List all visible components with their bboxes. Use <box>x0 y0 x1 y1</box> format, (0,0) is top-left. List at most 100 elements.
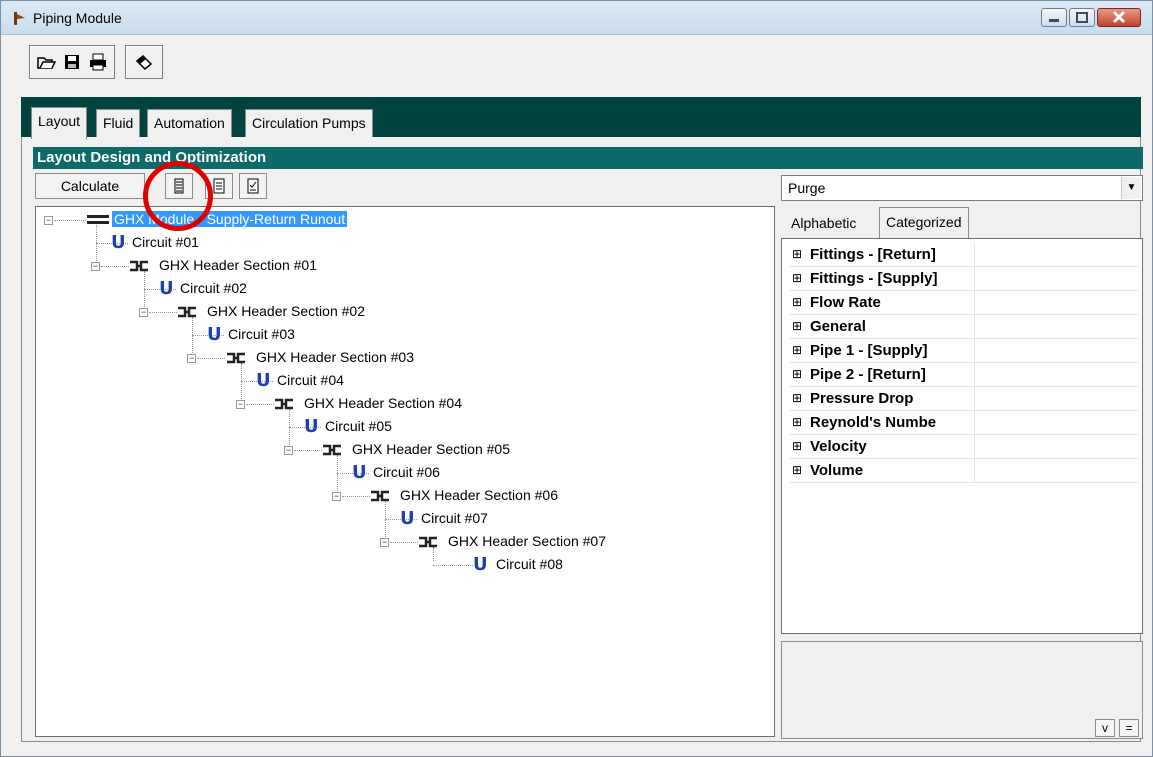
header-icon <box>178 306 196 318</box>
tree-node-circuit[interactable]: U Circuit #01 <box>36 232 636 254</box>
calculate-button[interactable]: Calculate <box>35 173 145 199</box>
tree-node-label: GHX Header Section #02 <box>207 303 365 319</box>
category-label: Volume <box>810 462 864 479</box>
category-row[interactable]: ⊞ General <box>790 315 1138 339</box>
u-loop-icon: U <box>256 370 271 391</box>
checklist-button[interactable] <box>239 173 267 199</box>
layout-tree[interactable]: − GHX Module - Supply-Return Runout U Ci… <box>35 206 775 737</box>
collapse-toggle[interactable]: − <box>187 354 196 363</box>
u-loop-icon: U <box>159 278 174 299</box>
chevron-down-icon[interactable]: ▼ <box>1121 177 1141 199</box>
category-label: General <box>810 318 866 335</box>
tree-node-label: Circuit #05 <box>325 418 392 434</box>
category-row[interactable]: ⊞ Pipe 1 - [Supply] <box>790 339 1138 363</box>
tab-categorized[interactable]: Categorized <box>879 207 969 239</box>
tree-node-header[interactable]: − GHX Header Section #03 <box>36 347 636 369</box>
category-row[interactable]: ⊞ Volume <box>790 459 1138 483</box>
tree-node-header[interactable]: − GHX Header Section #02 <box>36 301 636 323</box>
tree-node-circuit[interactable]: U Circuit #04 <box>36 370 636 392</box>
tree-node-header[interactable]: − GHX Header Section #01 <box>36 255 636 277</box>
header-icon <box>275 398 293 410</box>
tab-alphabetic[interactable]: Alphabetic <box>785 209 862 237</box>
tool-toolbar-group <box>125 45 163 79</box>
expand-icon[interactable]: ⊞ <box>792 247 802 261</box>
category-label: Reynold's Numbe <box>810 414 937 431</box>
tree-node-header[interactable]: − GHX Header Section #04 <box>36 393 636 415</box>
open-folder-icon[interactable] <box>36 53 56 71</box>
category-row[interactable]: ⊞ Pressure Drop <box>790 387 1138 411</box>
tree-node-header[interactable]: − GHX Header Section #06 <box>36 485 636 507</box>
tree-node-label: Circuit #03 <box>228 326 295 342</box>
checklist-icon <box>247 178 259 194</box>
minimize-button[interactable] <box>1041 8 1067 27</box>
collapse-toggle[interactable]: − <box>139 308 148 317</box>
header-icon <box>419 536 437 548</box>
category-row[interactable]: ⊞ Velocity <box>790 435 1138 459</box>
expand-icon[interactable]: ⊞ <box>792 367 802 381</box>
close-icon <box>1112 10 1126 24</box>
tree-node-circuit[interactable]: U Circuit #06 <box>36 462 636 484</box>
tab-automation[interactable]: Automation <box>147 109 232 137</box>
expand-icon[interactable]: ⊞ <box>792 415 802 429</box>
tree-node-label: GHX Header Section #01 <box>159 257 317 273</box>
u-loop-icon: U <box>111 232 126 253</box>
property-description-pane <box>781 641 1143 739</box>
tree-node-header[interactable]: − GHX Header Section #07 <box>36 531 636 553</box>
header-icon <box>130 260 148 272</box>
expand-icon[interactable]: ⊞ <box>792 391 802 405</box>
maximize-button[interactable] <box>1069 8 1095 27</box>
tree-node-module[interactable]: − GHX Module - Supply-Return Runout <box>36 209 636 231</box>
close-button[interactable] <box>1097 8 1141 27</box>
expand-icon[interactable]: ⊞ <box>792 319 802 333</box>
expand-icon[interactable]: ⊞ <box>792 343 802 357</box>
collapse-toggle[interactable]: − <box>44 216 53 225</box>
expand-icon[interactable]: ⊞ <box>792 271 802 285</box>
tree-node-circuit[interactable]: U Circuit #05 <box>36 416 636 438</box>
header-icon <box>371 490 389 502</box>
save-disk-icon[interactable] <box>62 53 82 71</box>
tab-layout[interactable]: Layout <box>31 107 88 139</box>
category-row[interactable]: ⊞ Pipe 2 - [Return] <box>790 363 1138 387</box>
tree-node-circuit[interactable]: U Circuit #03 <box>36 324 636 346</box>
category-row[interactable]: ⊞ Fittings - [Return] <box>790 243 1138 267</box>
property-grid[interactable]: ⊞ Fittings - [Return] ⊞ Fittings - [Supp… <box>781 238 1143 634</box>
highlight-circle <box>143 161 213 231</box>
print-icon[interactable] <box>88 53 108 71</box>
category-label: Pressure Drop <box>810 390 914 407</box>
tree-node-label: Circuit #07 <box>421 510 488 526</box>
property-object-value: Purge <box>788 180 826 196</box>
manifold-icon <box>87 215 109 224</box>
expand-icon[interactable]: ⊞ <box>792 295 802 309</box>
property-object-select[interactable]: Purge ▼ <box>781 175 1143 201</box>
toolbar <box>21 45 1141 89</box>
description-menu-button[interactable]: = <box>1119 719 1139 737</box>
category-label: Flow Rate <box>810 294 881 311</box>
tree-node-label: Circuit #08 <box>496 556 563 572</box>
expand-icon[interactable]: ⊞ <box>792 463 802 477</box>
collapse-toggle[interactable]: − <box>380 538 389 547</box>
u-loop-icon: U <box>400 508 415 529</box>
tree-node-label: GHX Header Section #05 <box>352 441 510 457</box>
tab-fluid[interactable]: Fluid <box>96 109 141 137</box>
tree-node-circuit[interactable]: U Circuit #08 <box>36 554 636 576</box>
u-loop-icon: U <box>207 324 222 345</box>
description-collapse-button[interactable]: v <box>1095 719 1115 737</box>
collapse-toggle[interactable]: − <box>91 262 100 271</box>
file-toolbar-group <box>29 45 115 79</box>
eraser-icon[interactable] <box>134 53 154 71</box>
collapse-toggle[interactable]: − <box>236 400 245 409</box>
tree-node-header[interactable]: − GHX Header Section #05 <box>36 439 636 461</box>
expand-icon[interactable]: ⊞ <box>792 439 802 453</box>
category-row[interactable]: ⊞ Reynold's Numbe <box>790 411 1138 435</box>
category-row[interactable]: ⊞ Fittings - [Supply] <box>790 267 1138 291</box>
header-icon <box>323 444 341 456</box>
collapse-toggle[interactable]: − <box>284 446 293 455</box>
u-loop-icon: U <box>304 416 319 437</box>
category-row[interactable]: ⊞ Flow Rate <box>790 291 1138 315</box>
tree-node-circuit[interactable]: U Circuit #02 <box>36 278 636 300</box>
tab-circulation-pumps[interactable]: Circulation Pumps <box>245 109 373 137</box>
collapse-toggle[interactable]: − <box>332 492 341 501</box>
app-icon <box>14 12 25 25</box>
tree-node-circuit[interactable]: U Circuit #07 <box>36 508 636 530</box>
window-title: Piping Module <box>33 10 122 26</box>
